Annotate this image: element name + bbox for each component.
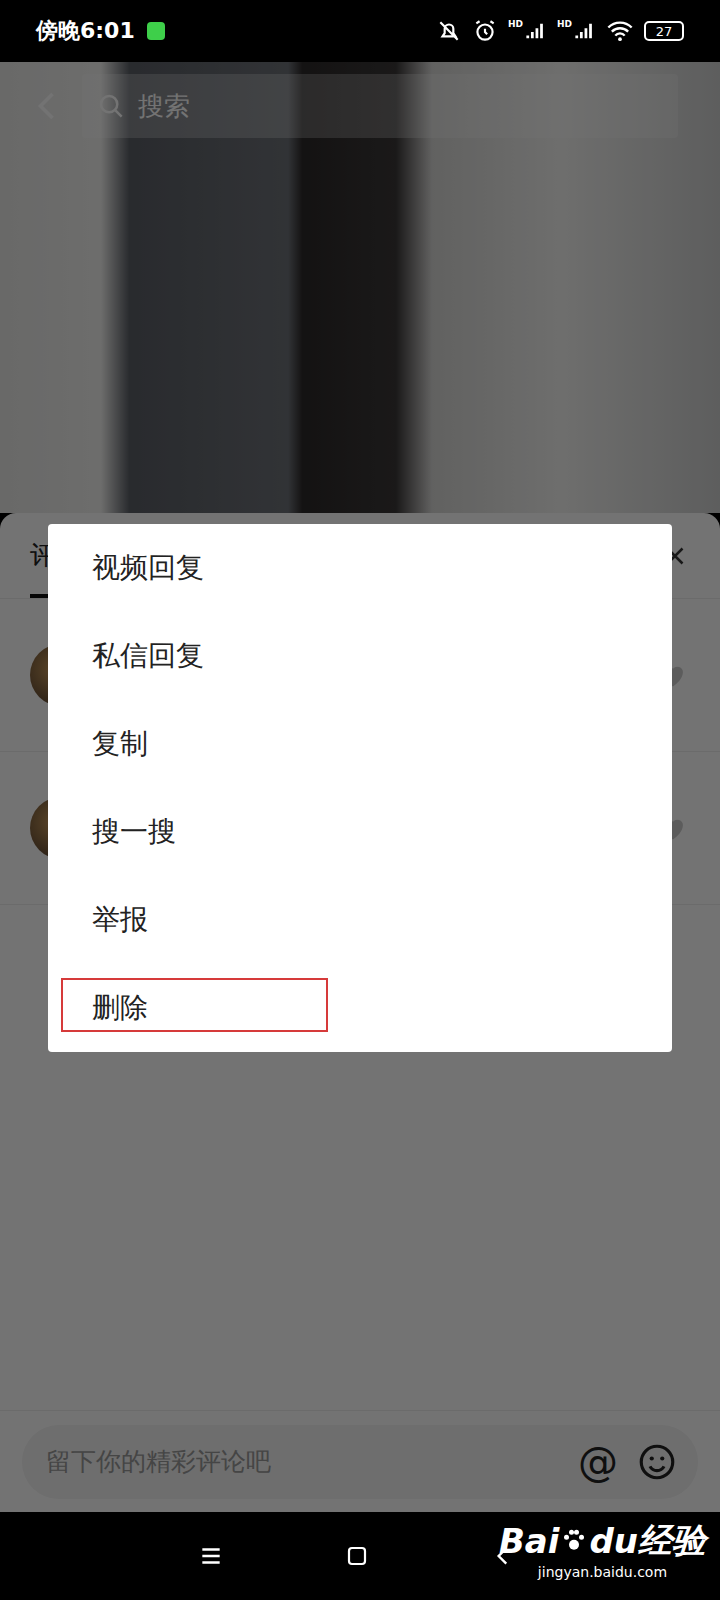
signal-icon [574,20,596,42]
menu-button[interactable] [194,1539,228,1573]
status-bar: 傍晚6:01 HD HD 27 [0,0,720,62]
context-menu: 视频回复私信回复复制搜一搜举报删除 [48,524,672,1052]
cell-signal: HD [508,20,547,42]
home-square-icon [345,1544,369,1568]
signal-icon [525,20,547,42]
status-icons: HD HD 27 [436,17,684,45]
screen: 傍晚6:01 HD HD 27 搜索评留下你的精彩评论吧@视频回复私信回复复制搜一搜举报… [0,0,720,1600]
menu-item[interactable]: 视频回复 [48,524,672,612]
menu-item[interactable]: 搜一搜 [48,788,672,876]
menu-item[interactable]: 举报 [48,876,672,964]
app-notification-icon [147,22,165,40]
alarm-icon [472,18,498,44]
watermark: Baidu经验jingyan.baidu.com [499,1518,706,1580]
main: 搜索评留下你的精彩评论吧@视频回复私信回复复制搜一搜举报删除 [0,62,720,1512]
battery: 27 [644,21,684,41]
mute-icon [436,18,462,44]
paw-icon [559,1526,589,1556]
cell-signal: HD [557,20,596,42]
menu-item[interactable]: 删除 [48,964,672,1052]
wifi-icon [606,17,634,45]
menu-item[interactable]: 私信回复 [48,612,672,700]
home-button[interactable] [340,1539,374,1573]
status-time: 傍晚6:01 [36,16,165,46]
menu-item[interactable]: 复制 [48,700,672,788]
menu-icon [198,1543,224,1569]
navigation-bar: Baidu经验jingyan.baidu.com [0,1512,720,1600]
highlight-box [61,978,328,1032]
